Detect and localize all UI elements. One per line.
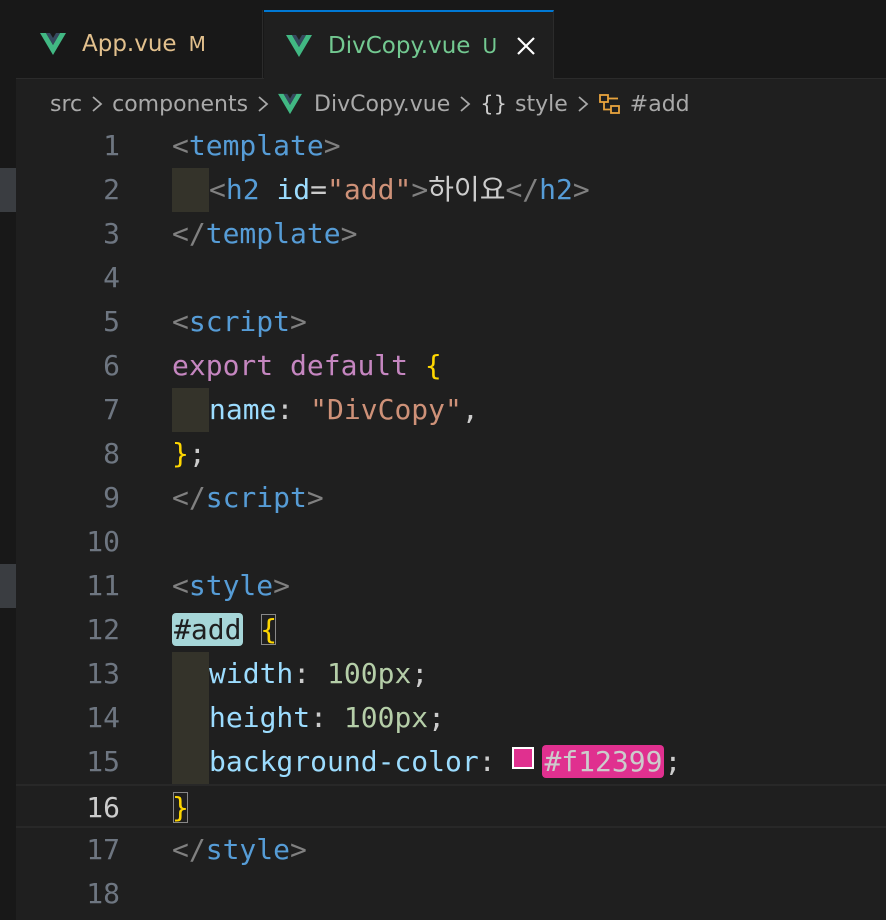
braces-icon: {} [480,92,508,116]
line-number: 18 [86,877,120,910]
line-number: 3 [103,217,120,250]
code-line: 3 </template> [16,212,886,256]
tab-app-vue[interactable]: App.vue M [16,10,263,78]
code-line: 12 #add { [16,608,886,652]
line-number: 4 [103,261,120,294]
indent-guide [172,696,209,740]
code-line: 17 </style> [16,828,886,872]
code-content: #add { [172,608,277,652]
matching-brace: } [172,791,189,824]
strip-marker [0,564,16,608]
selector-icon [598,94,620,114]
code-line: 4 [16,256,886,300]
tab-bar: App.vue M DivCopy.vue U [16,0,886,79]
untracked-badge: U [482,33,498,58]
code-line: 9 </script> [16,476,886,520]
code-editor[interactable]: 1 <template> 2 <h2 id="add">하이요</h2> 3 <… [16,124,886,920]
code-line-current: 16 } [16,784,886,828]
chevron-right-icon [578,96,589,112]
line-number: 12 [86,613,120,646]
line-number: 17 [86,833,120,866]
activity-strip [0,0,16,920]
line-number: 5 [103,305,120,338]
strip-marker [0,168,16,212]
breadcrumb-file[interactable]: DivCopy.vue [314,92,450,117]
color-value: #f12399 [542,745,665,778]
code-line: 18 [16,872,886,916]
chevron-right-icon [92,96,103,112]
color-swatch[interactable] [512,747,535,769]
code-line: 6 export default { [16,344,886,388]
line-number: 8 [103,437,120,470]
line-number: 11 [86,569,120,602]
vue-icon [278,93,302,115]
code-line: 11 <style> [16,564,886,608]
line-number: 10 [86,525,120,558]
code-content: }; [172,437,206,470]
line-number: 2 [103,173,120,206]
code-content: height: 100px; [172,696,445,740]
code-content: } [172,786,189,830]
code-line: 7 name: "DivCopy", [16,388,886,432]
line-number: 1 [103,129,120,162]
line-number: 6 [103,349,120,382]
close-icon[interactable] [515,35,537,57]
tab-label: DivCopy.vue [328,32,471,59]
code-line: 8 }; [16,432,886,476]
code-line: 5 <script> [16,300,886,344]
line-number: 13 [86,657,120,690]
breadcrumb-components[interactable]: components [112,92,248,117]
code-content: export default { [172,349,442,382]
modified-badge: M [188,32,206,56]
tab-divcopy-vue[interactable]: DivCopy.vue U [264,10,554,79]
code-content: </style> [172,833,307,866]
code-content: <template> [172,129,341,162]
line-number: 15 [86,745,120,778]
tab-label: App.vue [82,31,177,57]
indent-guide [172,388,209,432]
line-number: 7 [103,393,120,426]
vue-icon [286,34,312,57]
chevron-right-icon [460,96,471,112]
line-number: 16 [86,791,120,824]
code-content: </template> [172,217,358,250]
breadcrumb: src components DivCopy.vue {} style #add [50,84,690,124]
code-content: <h2 id="add">하이요</h2> [172,168,590,212]
code-content: <script> [172,305,307,338]
code-content: background-color: #f12399; [172,740,681,784]
chevron-right-icon [258,96,269,112]
editor-window: App.vue M DivCopy.vue U src components D… [0,0,886,920]
breadcrumb-style[interactable]: style [515,92,568,117]
code-line: 15 background-color: #f12399; [16,740,886,784]
indent-guide [172,740,209,784]
indent-guide [172,652,209,696]
code-line: 1 <template> [16,124,886,168]
line-number: 14 [86,701,120,734]
code-content: <style> [172,569,291,602]
code-line: 14 height: 100px; [16,696,886,740]
code-content: </script> [172,481,324,514]
code-line: 10 [16,520,886,564]
line-number: 9 [103,481,120,514]
vue-icon [40,33,66,55]
matching-brace: { [260,613,278,646]
indent-guide [172,168,209,212]
code-content: width: 100px; [172,652,428,696]
code-content: name: "DivCopy", [172,388,479,432]
selection-highlight: #add [172,613,244,646]
breadcrumb-add[interactable]: #add [630,92,690,117]
breadcrumb-src[interactable]: src [50,92,82,117]
code-line: 13 width: 100px; [16,652,886,696]
code-line: 2 <h2 id="add">하이요</h2> [16,168,886,212]
